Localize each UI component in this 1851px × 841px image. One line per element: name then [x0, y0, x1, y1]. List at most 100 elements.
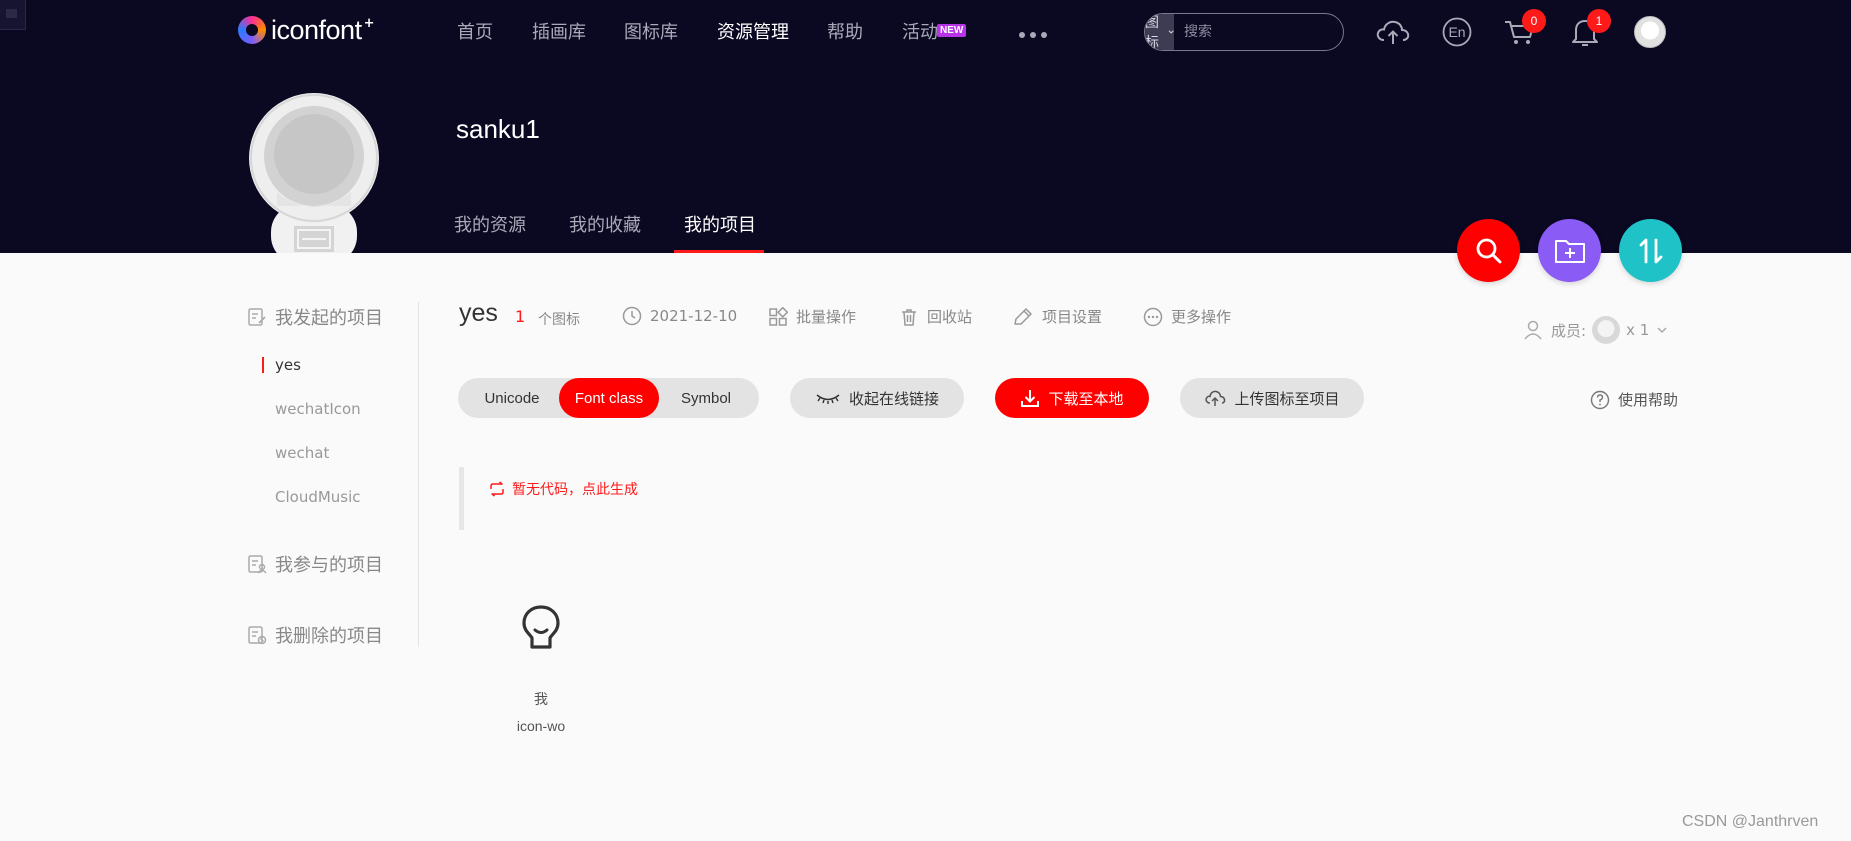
- project-user-icon: [248, 555, 267, 574]
- nav-illustrations[interactable]: 插画库: [532, 18, 586, 44]
- chevron-down-icon: [1657, 327, 1667, 334]
- nav-activities[interactable]: 活动 NEW: [902, 18, 967, 44]
- project-members[interactable]: 成员: x 1: [1523, 316, 1669, 344]
- profile-avatar: [249, 92, 379, 253]
- project-settings-label: 项目设置: [1042, 308, 1103, 326]
- clock-icon: [622, 306, 642, 326]
- code-format-switch: Unicode Font class Symbol: [458, 378, 759, 418]
- active-tab-underline: [674, 250, 764, 253]
- sidebar-joined-projects[interactable]: 我参与的项目: [247, 551, 383, 577]
- nav-activities-label: 活动: [902, 22, 938, 43]
- folder-add-icon: [1554, 239, 1585, 263]
- sidebar-created-label: 我发起的项目: [275, 308, 383, 329]
- format-unicode-button[interactable]: Unicode: [466, 378, 558, 418]
- project-icon-count-label: 个图标: [538, 312, 580, 328]
- icon-name: 我: [534, 692, 548, 708]
- sidebar-joined-label: 我参与的项目: [275, 555, 383, 576]
- code-area-border: [459, 467, 464, 530]
- iconfont-logo[interactable]: iconfont +: [238, 14, 374, 46]
- search-box: 图标: [1144, 13, 1344, 51]
- nav-help[interactable]: 帮助: [827, 18, 863, 44]
- sidebar-deleted-projects[interactable]: 我删除的项目: [247, 622, 383, 648]
- sidebar-project-wechat[interactable]: wechat: [275, 444, 329, 462]
- sidebar-divider: [418, 302, 419, 647]
- project-icon-count: 1: [515, 307, 526, 326]
- refresh-icon: [490, 481, 504, 497]
- search-icon: [1476, 238, 1501, 263]
- more-nav-icon[interactable]: [1019, 32, 1047, 38]
- language-label: En: [1448, 24, 1466, 40]
- project-date-text: 2021-12-10: [650, 307, 738, 325]
- nav-icon-library[interactable]: 图标库: [624, 18, 678, 44]
- cloud-upload-icon: [1376, 20, 1410, 44]
- astronaut-avatar-icon: [249, 93, 379, 253]
- more-circle-icon: [1143, 307, 1163, 326]
- usage-help-label: 使用帮助: [1618, 391, 1679, 409]
- more-actions-label: 更多操作: [1171, 308, 1232, 326]
- icon-card[interactable]: 我 icon-wo: [500, 603, 582, 734]
- cart-button[interactable]: 0: [1502, 9, 1546, 50]
- members-count: x 1: [1626, 321, 1650, 339]
- cart-count-badge: 0: [1522, 9, 1546, 33]
- recycle-bin-button[interactable]: 回收站: [899, 306, 972, 327]
- upload-cloud-button[interactable]: [1375, 14, 1411, 50]
- download-icon: [1021, 390, 1040, 407]
- project-edit-icon: [248, 308, 266, 326]
- usage-help-link[interactable]: 使用帮助: [1590, 389, 1678, 410]
- sort-icon: [1639, 238, 1662, 263]
- sidebar-deleted-label: 我删除的项目: [275, 626, 383, 647]
- pencil-icon: [1014, 307, 1032, 325]
- logo-mark-icon: [238, 16, 266, 44]
- batch-operation-label: 批量操作: [796, 308, 857, 326]
- active-project-indicator: [262, 357, 264, 373]
- generate-code-link[interactable]: 暂无代码，点此生成: [488, 479, 638, 499]
- grid-icon: [769, 306, 788, 326]
- format-symbol-button[interactable]: Symbol: [661, 378, 751, 418]
- tab-my-favorites[interactable]: 我的收藏: [569, 211, 641, 237]
- icon-class-name: icon-wo: [516, 718, 566, 734]
- project-title: yes: [459, 299, 498, 327]
- trash-icon: [902, 308, 916, 326]
- logo-plus: +: [363, 15, 375, 31]
- question-circle-icon: [1590, 390, 1610, 409]
- cloud-upload-icon: [1205, 390, 1226, 406]
- upload-icon-button[interactable]: 上传图标至项目: [1180, 378, 1364, 418]
- project-date: 2021-12-10: [622, 306, 737, 326]
- format-font-class-button[interactable]: Font class: [559, 378, 659, 418]
- corner-square-icon: [0, 0, 26, 30]
- tab-my-resources[interactable]: 我的资源: [454, 211, 526, 237]
- generate-code-label: 暂无代码，点此生成: [512, 482, 638, 498]
- more-actions-button[interactable]: 更多操作: [1143, 306, 1231, 327]
- sidebar-project-yes[interactable]: yes: [275, 356, 301, 374]
- collapse-link-button[interactable]: 收起在线链接: [790, 378, 964, 418]
- nav-home[interactable]: 首页: [457, 18, 493, 44]
- logo-text: iconfont: [271, 14, 362, 45]
- search-fab[interactable]: [1457, 219, 1520, 282]
- sidebar-project-wechaticon[interactable]: wechatIcon: [275, 400, 361, 418]
- nav-resource-management[interactable]: 资源管理: [717, 18, 789, 44]
- lightbulb-icon: [522, 605, 560, 649]
- new-folder-fab[interactable]: [1538, 219, 1601, 282]
- recycle-bin-label: 回收站: [927, 308, 973, 326]
- download-local-label: 下载至本地: [1048, 389, 1124, 408]
- tab-my-projects[interactable]: 我的项目: [684, 211, 756, 237]
- eye-closed-icon: [816, 394, 840, 404]
- project-deleted-icon: [248, 626, 267, 645]
- language-switch[interactable]: En: [1439, 14, 1475, 50]
- notification-count-badge: 1: [1587, 9, 1611, 33]
- collapse-link-label: 收起在线链接: [848, 389, 939, 408]
- project-settings-button[interactable]: 项目设置: [1012, 306, 1102, 327]
- batch-operation-button[interactable]: 批量操作: [768, 306, 856, 327]
- sidebar-project-cloudmusic[interactable]: CloudMusic: [275, 488, 361, 506]
- member-avatar: [1592, 316, 1621, 344]
- sort-fab[interactable]: [1619, 219, 1682, 282]
- download-local-button[interactable]: 下载至本地: [995, 378, 1149, 418]
- search-type-select[interactable]: 图标: [1145, 14, 1174, 50]
- sidebar-created-projects[interactable]: 我发起的项目: [247, 304, 383, 330]
- user-icon: [1524, 320, 1542, 340]
- notifications-button[interactable]: 1: [1567, 9, 1611, 50]
- user-avatar[interactable]: [1634, 16, 1666, 48]
- profile-username: sanku1: [456, 114, 540, 144]
- search-input[interactable]: [1174, 14, 1343, 50]
- watermark: CSDN @Janthrven: [1682, 813, 1819, 830]
